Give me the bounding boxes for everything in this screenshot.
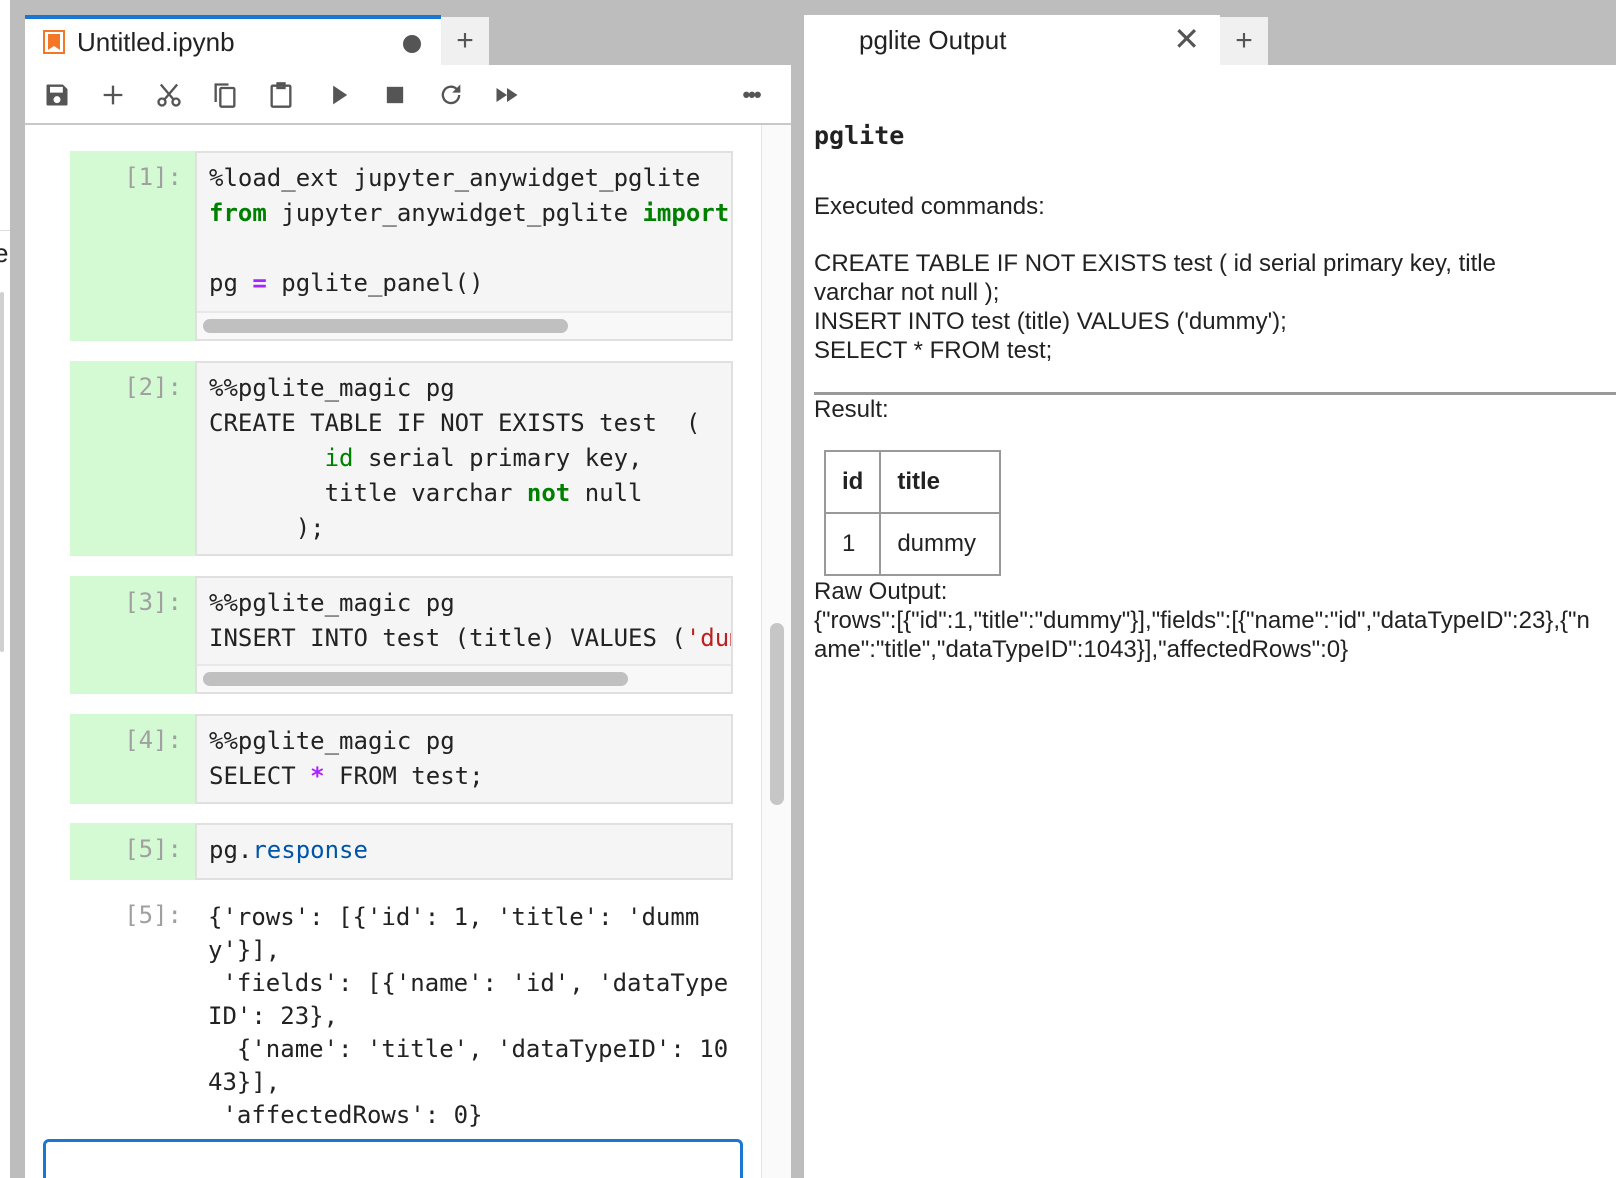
copy-icon [214, 83, 236, 108]
cell-editor[interactable]: %%pglite_magic pg SELECT * FROM test; [195, 714, 733, 804]
new-tab-button[interactable]: + [441, 17, 489, 65]
interrupt-button[interactable] [377, 77, 413, 113]
result-label: Result: [814, 396, 889, 423]
notebook-panel: Untitled.ipynb + ••• [1]: %load_ext jupy… [25, 15, 815, 1178]
code-cell-3[interactable]: [3]: %%pglite_magic pg INSERT INTO test … [70, 576, 733, 694]
tab-title: pglite Output [859, 24, 1007, 55]
notebook-content: [1]: %load_ext jupyter_anywidget_pglite … [25, 125, 791, 1178]
stop-icon [386, 86, 404, 104]
tab-untitled-ipynb[interactable]: Untitled.ipynb [25, 15, 441, 65]
tab-pglite-output[interactable]: pglite Output ✕ [804, 15, 1220, 65]
pglite-output-panel: pglite Output ✕ + pglite Executed comman… [804, 15, 1616, 1178]
code-text[interactable]: %%pglite_magic pg SELECT * FROM test; [197, 716, 731, 794]
run-all-button[interactable] [489, 77, 525, 113]
table-cell: 1 [823, 512, 882, 576]
widget-title: pglite [814, 121, 905, 150]
cell-editor[interactable]: %%pglite_magic pg CREATE TABLE IF NOT EX… [195, 361, 733, 556]
notebook-toolbar: ••• [25, 65, 791, 125]
code-cell-4[interactable]: [4]: %%pglite_magic pg SELECT * FROM tes… [70, 714, 733, 804]
divider [814, 392, 1616, 395]
unsaved-indicator-icon[interactable] [403, 35, 421, 53]
code-text[interactable]: %load_ext jupyter_anywidget_pglite from … [197, 153, 731, 301]
plus-icon [103, 85, 123, 105]
divider [0, 230, 10, 231]
raw-output: Raw Output: {"rows":[{"id":1,"title":"du… [814, 577, 1594, 664]
horizontal-scrollbar[interactable] [197, 664, 731, 692]
table-header-row: id title [823, 450, 1002, 514]
execution-count: [3]: [124, 588, 182, 616]
new-tab-button[interactable]: + [1220, 17, 1268, 65]
insert-cell-button[interactable] [95, 77, 131, 113]
column-header: id [823, 450, 882, 514]
fast-forward-icon [496, 88, 518, 102]
code-cell-1[interactable]: [1]: %load_ext jupyter_anywidget_pglite … [70, 151, 733, 341]
horizontal-scrollbar[interactable] [197, 311, 731, 339]
execution-count: [1]: [124, 163, 182, 191]
output-prompt: [5]: [124, 901, 182, 929]
notebook-tabbar: Untitled.ipynb + [25, 15, 815, 65]
executed-commands-label: Executed commands: [814, 193, 1045, 220]
scissors-icon [157, 83, 181, 107]
cell-editor[interactable]: %%pglite_magic pg INSERT INTO test (titl… [195, 576, 733, 694]
restart-icon [441, 84, 461, 105]
cell-editor[interactable]: pg.response [195, 823, 733, 880]
code-text[interactable]: pg.response [197, 825, 731, 868]
execution-count: [5]: [124, 835, 182, 863]
code-text[interactable]: %%pglite_magic pg INSERT INTO test (titl… [197, 578, 731, 656]
execution-count: [4]: [124, 726, 182, 754]
truncated-text: e [0, 238, 9, 268]
paste-icon [270, 82, 292, 108]
active-cell-border[interactable] [43, 1139, 743, 1178]
scrollbar[interactable] [0, 292, 4, 652]
executed-commands: CREATE TABLE IF NOT EXISTS test ( id ser… [814, 249, 1574, 365]
scrollbar-thumb[interactable] [770, 623, 784, 805]
code-cell-2[interactable]: [2]: %%pglite_magic pg CREATE TABLE IF N… [70, 361, 733, 556]
copy-button[interactable] [207, 77, 243, 113]
close-icon[interactable]: ✕ [1173, 23, 1200, 55]
play-icon [333, 85, 348, 105]
scrollbar-thumb[interactable] [203, 319, 568, 333]
run-button[interactable] [321, 77, 357, 113]
result-table: id title 1 dummy [823, 450, 1002, 576]
column-header: title [879, 450, 1002, 514]
tab-title: Untitled.ipynb [77, 26, 235, 57]
scrollbar-thumb[interactable] [203, 672, 628, 686]
restart-button[interactable] [433, 77, 469, 113]
left-sidebar-fragment: e [0, 0, 10, 1178]
notebook-icon [43, 30, 65, 54]
save-button[interactable] [39, 77, 75, 113]
cut-button[interactable] [151, 77, 187, 113]
table-cell: dummy [879, 512, 1002, 576]
table-row: 1 dummy [823, 512, 1002, 576]
command-line: CREATE TABLE IF NOT EXISTS test ( id ser… [814, 250, 1496, 306]
cell-output: [5]: {'rows': [{'id': 1, 'title': 'dummy… [70, 901, 733, 1141]
raw-output-label: Raw Output: [814, 578, 948, 605]
more-icon: ••• [742, 82, 761, 107]
code-cell-5[interactable]: [5]: pg.response [70, 823, 733, 880]
save-icon [46, 84, 68, 106]
more-button[interactable]: ••• [733, 77, 769, 113]
execution-count: [2]: [124, 373, 182, 401]
vertical-scrollbar[interactable] [761, 125, 791, 1178]
command-line: SELECT * FROM test; [814, 337, 1053, 364]
command-line: INSERT INTO test (title) VALUES ('dummy'… [814, 308, 1287, 335]
output-text: {'rows': [{'id': 1, 'title': 'dummy'}], … [208, 903, 729, 1129]
paste-button[interactable] [263, 77, 299, 113]
raw-output-text: {"rows":[{"id":1,"title":"dummy"}],"fiel… [814, 607, 1590, 663]
output-body: pglite Executed commands: CREATE TABLE I… [804, 65, 1616, 1178]
cell-editor[interactable]: %load_ext jupyter_anywidget_pglite from … [195, 151, 733, 341]
code-text[interactable]: %%pglite_magic pg CREATE TABLE IF NOT EX… [197, 363, 731, 546]
